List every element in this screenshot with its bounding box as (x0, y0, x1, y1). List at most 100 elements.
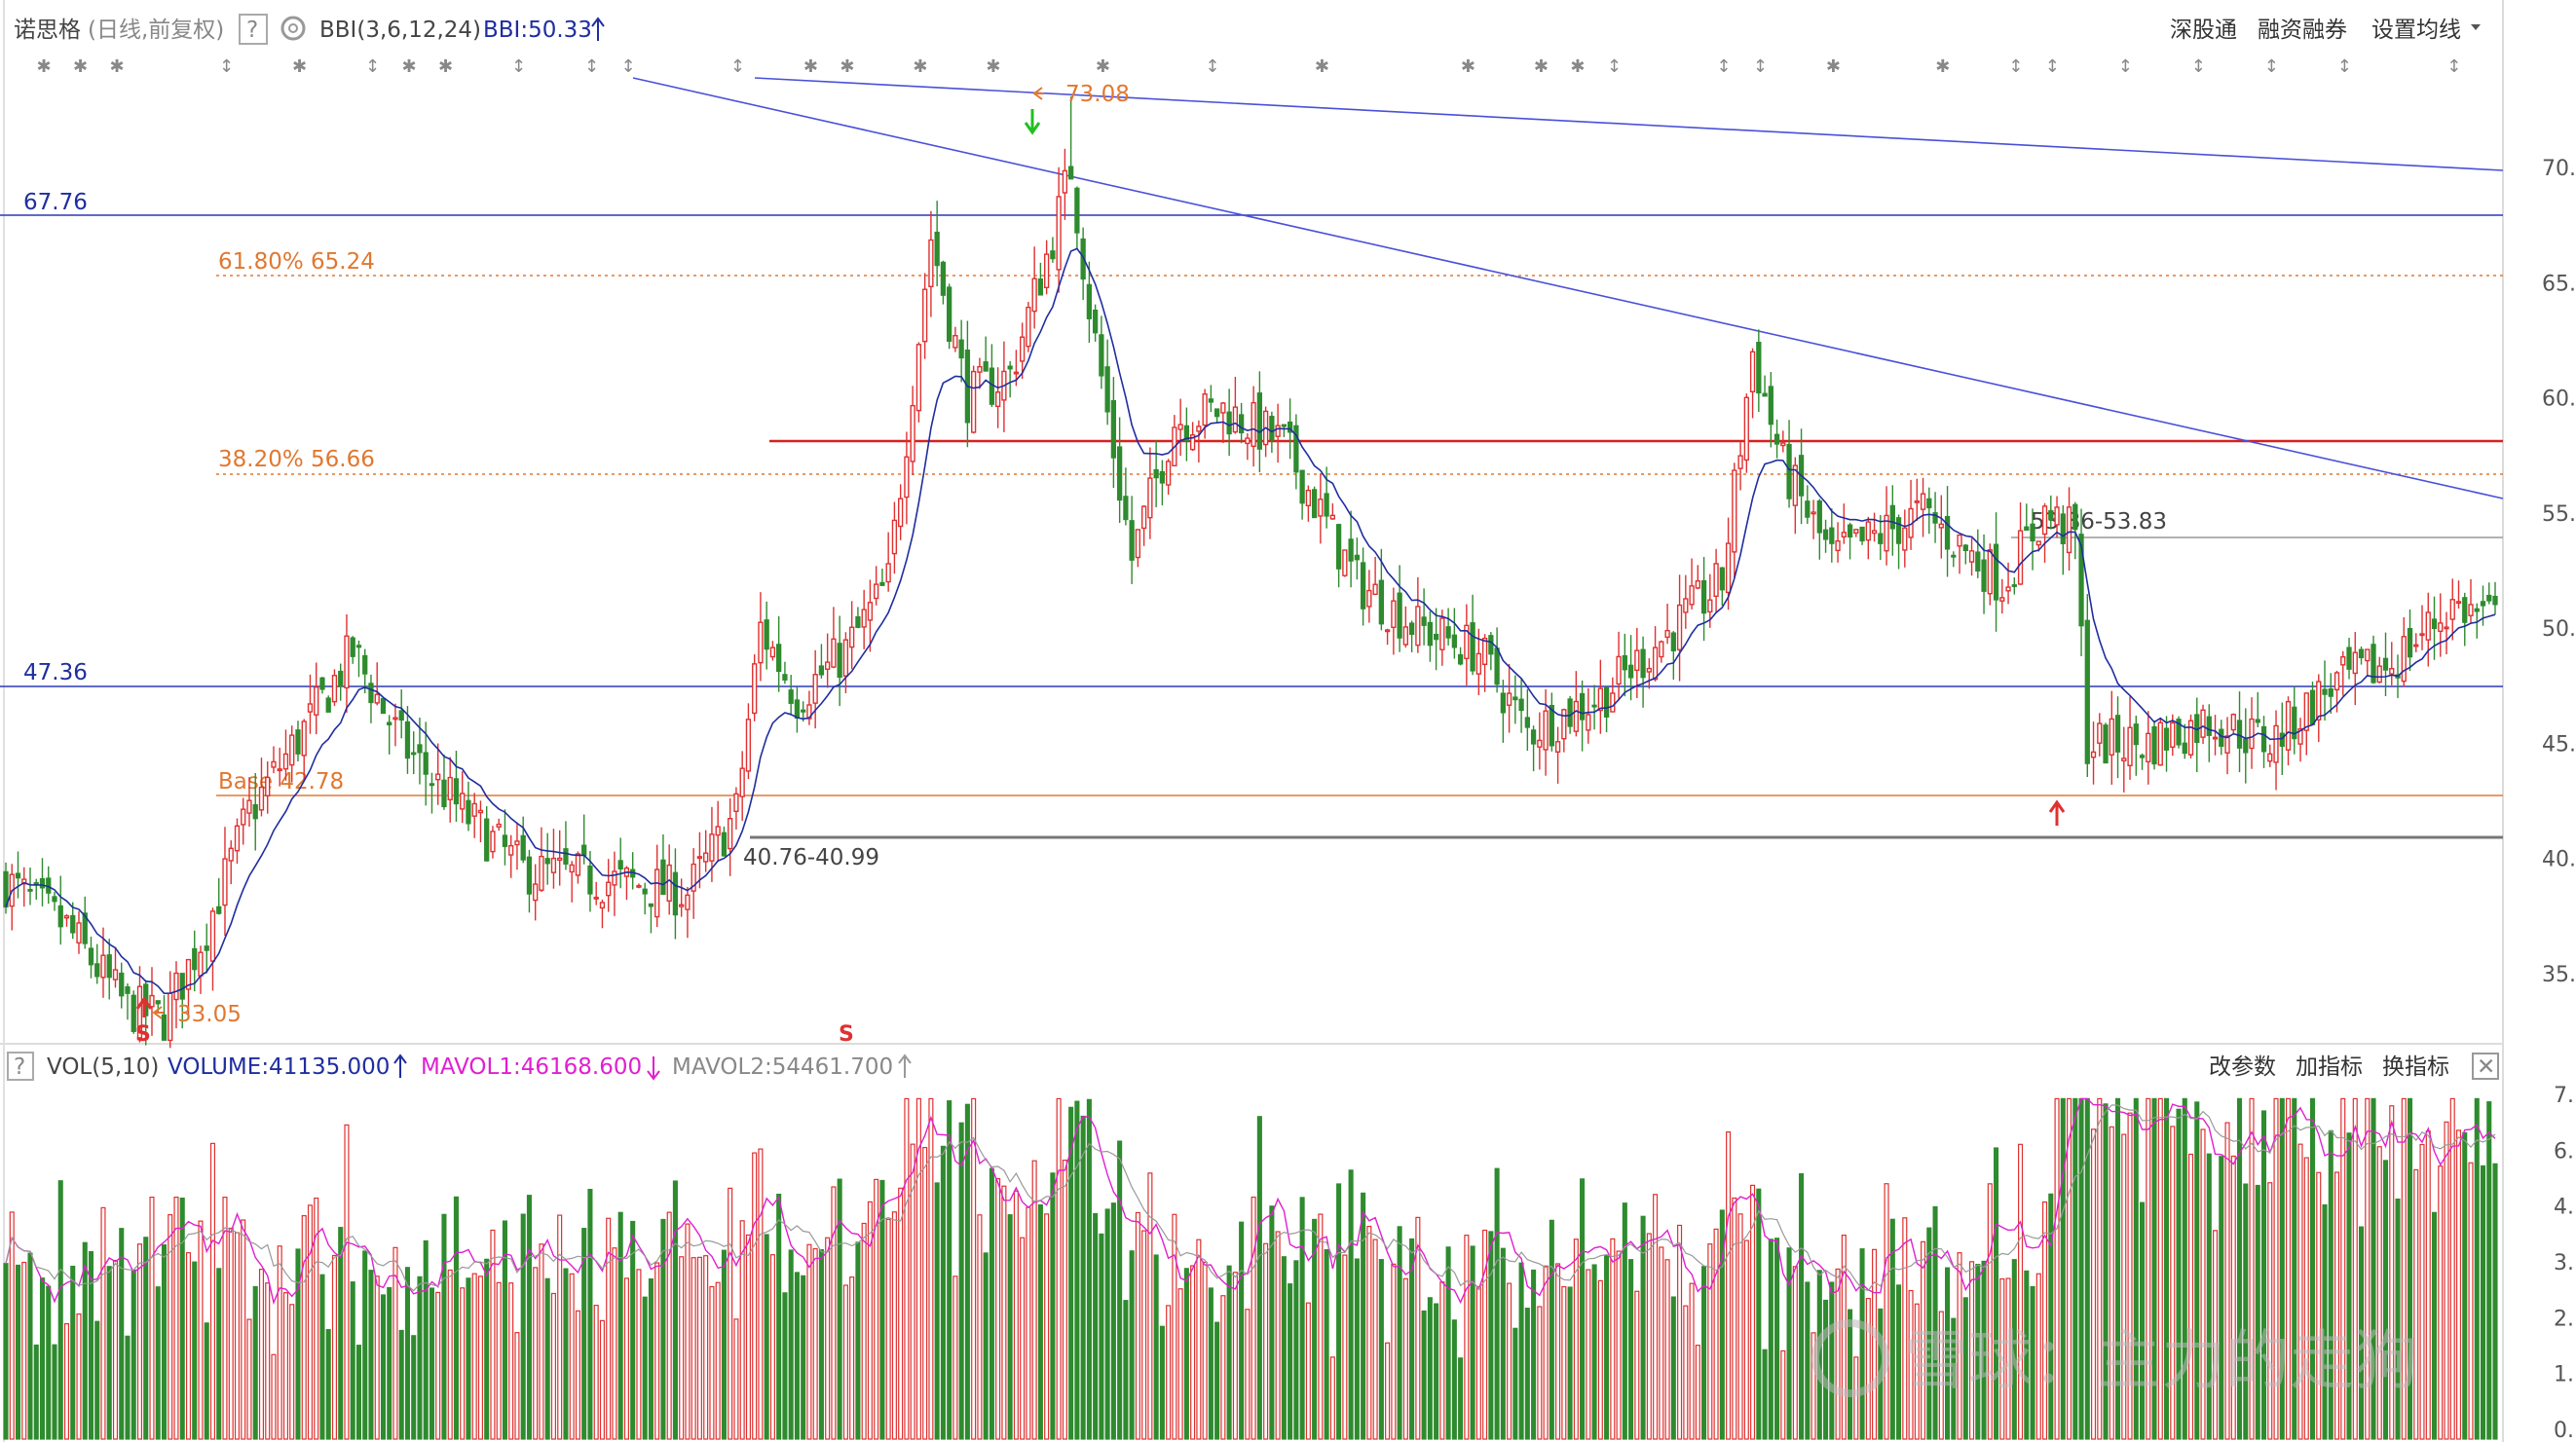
candle-down (1311, 489, 1318, 519)
menu-shenzhen-connect[interactable]: 深股通 (2170, 18, 2237, 43)
volume-bar-down (161, 1244, 168, 1440)
candle-up (228, 847, 234, 862)
candle-up (289, 734, 295, 766)
candle-up (477, 809, 484, 814)
volume-bar-down (350, 1281, 355, 1440)
candle-up (569, 864, 575, 873)
volume-bar-up (1464, 1235, 1470, 1440)
candle-down (1123, 496, 1129, 521)
vol-switch-indicator-button[interactable]: 换指标 (2382, 1054, 2449, 1080)
candle-down (879, 581, 885, 586)
volume-bar-down (3, 1263, 9, 1440)
candle-down (1627, 664, 1634, 679)
volume-bar-up (703, 1255, 709, 1440)
volume-bar-up (508, 1282, 514, 1440)
sell-signal-s-2: S (839, 1022, 854, 1047)
candle-up (2333, 672, 2340, 691)
candle-up (1561, 709, 1567, 740)
menu-set-ma[interactable]: 设置均线 (2371, 18, 2461, 43)
candle-up (460, 793, 466, 810)
close-icon[interactable]: ✕ (2477, 1054, 2495, 1080)
volume-bar-up (1616, 1250, 1622, 1440)
candle-down (404, 721, 411, 759)
candle-up (952, 335, 958, 349)
candle-down (39, 877, 46, 889)
volume-bar-down (1829, 1281, 1835, 1440)
candle-down (484, 818, 490, 862)
volume-bar-down (466, 1277, 471, 1440)
volume-bar-up (928, 1097, 934, 1440)
volume-bar-down (216, 1268, 222, 1440)
candle-down (2322, 688, 2328, 695)
candle-down (818, 665, 825, 676)
volume-bar-up (1172, 1213, 1177, 1440)
volume-bar-up (1884, 1183, 1889, 1440)
volume-bar-down (1007, 1214, 1013, 1440)
candle-up (739, 767, 745, 797)
candle-up (1135, 529, 1141, 559)
signal-star-icon: ✱ (1935, 56, 1950, 77)
vol-volume: VOLUME:41135.000 (168, 1054, 390, 1080)
volume-bar-down (1354, 1258, 1360, 1440)
candle-down (15, 872, 21, 879)
candle-up (63, 915, 70, 919)
volume-bar-down (453, 1196, 459, 1440)
volume-bar-down (204, 1322, 209, 1440)
price-tick-label: 45. (2542, 732, 2576, 757)
candle-down (380, 697, 387, 715)
volume-bar-down (368, 1270, 374, 1440)
candle-up (1202, 393, 1208, 426)
candle-up (1811, 511, 1816, 515)
candle-up (1914, 499, 1920, 503)
vol-change-params-button[interactable]: 改参数 (2209, 1054, 2276, 1080)
help-icon[interactable]: ? (246, 18, 258, 43)
volume-bar-down (1104, 1208, 1110, 1440)
candle-down (2462, 597, 2468, 623)
candle-down (794, 699, 801, 720)
volume-bar-down (642, 1296, 648, 1440)
volume-bar-up (374, 1276, 380, 1440)
candle-down (544, 858, 550, 865)
candle-down (2084, 619, 2090, 764)
volume-bar-down (325, 1329, 331, 1440)
volume-bar-down (192, 1261, 198, 1440)
volume-bar-up (2267, 1182, 2273, 1440)
candle-up (842, 639, 849, 677)
volume-bar-down (380, 1294, 386, 1440)
candle-up (977, 365, 983, 373)
signal-star-icon: ↕ (730, 56, 745, 77)
vol-help-icon[interactable]: ? (14, 1054, 25, 1080)
candle-up (1232, 406, 1239, 433)
candle-down (1117, 446, 1123, 501)
candle-up (471, 802, 477, 817)
candle-up (1902, 527, 1908, 551)
candle-down (1074, 187, 1080, 234)
candle-down (1816, 500, 1822, 534)
volume-bar-down (1214, 1321, 1220, 1440)
volume-tick-label: 2. (2554, 1307, 2574, 1331)
volume-bar-up (666, 1211, 672, 1440)
candle-down (2048, 509, 2054, 521)
volume-tick-label: 0. (2554, 1419, 2574, 1442)
candle-up (1245, 437, 1251, 445)
candle-down (125, 986, 131, 994)
volume-bar-down (1080, 1115, 1086, 1440)
volume-bar-down (387, 1286, 392, 1440)
volume-bar-down (1183, 1268, 1189, 1440)
candle-up (1749, 351, 1756, 392)
candle-down (1104, 366, 1110, 413)
candle-up (2230, 714, 2236, 731)
volume-bar-up (825, 1237, 831, 1440)
candle-up (636, 884, 642, 888)
candle-up (2303, 692, 2309, 731)
indicator-name[interactable]: BBI(3,6,12,24) (319, 18, 481, 43)
candle-up (1968, 550, 1975, 563)
volume-bar-up (168, 1214, 173, 1440)
volume-bar-up (1044, 1213, 1050, 1440)
menu-margin-trading[interactable]: 融资融券 (2258, 18, 2347, 43)
volume-bar-down (1110, 1202, 1116, 1440)
volume-bar-up (1026, 1206, 1031, 1440)
signal-star-icon: ✱ (803, 56, 818, 77)
vol-add-indicator-button[interactable]: 加指标 (2296, 1054, 2363, 1080)
volume-bar-down (1524, 1308, 1530, 1440)
